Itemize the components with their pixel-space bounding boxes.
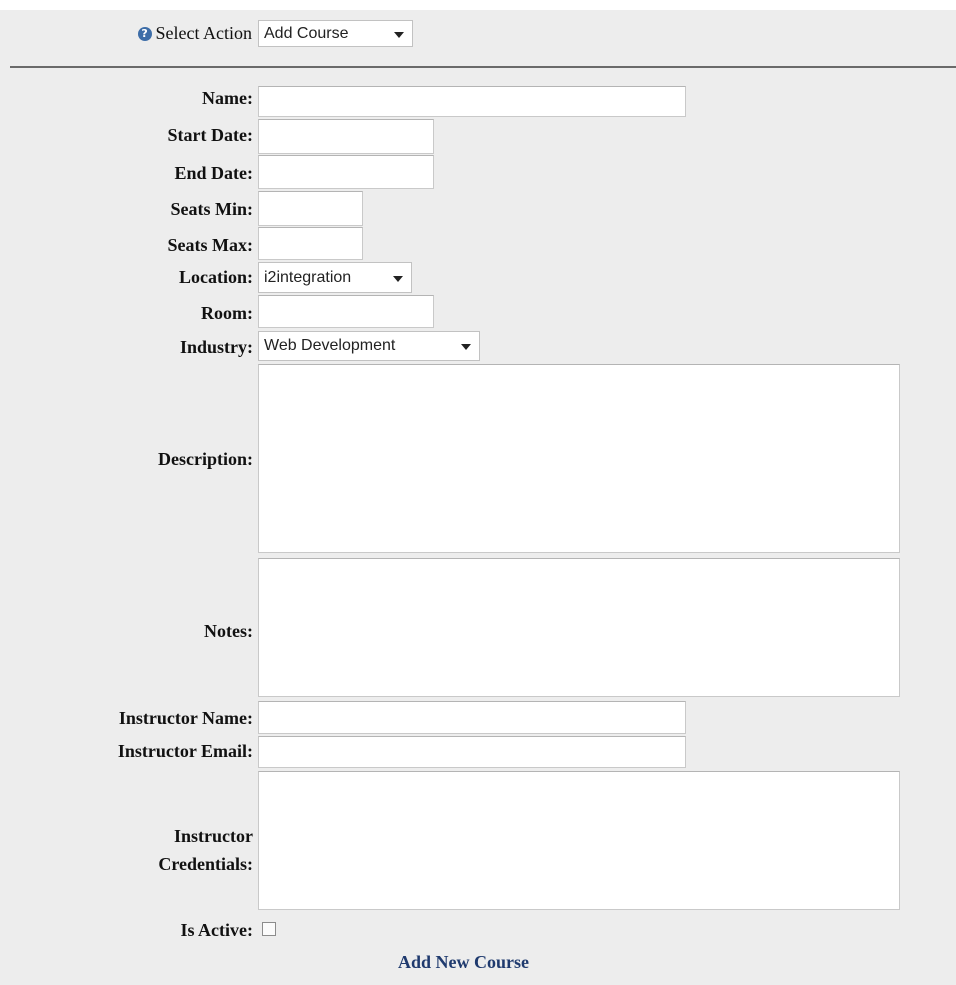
- name-label: Name:: [202, 88, 253, 108]
- instructor-email-field[interactable]: [258, 736, 686, 768]
- seats-max-field[interactable]: [258, 227, 363, 260]
- location-label: Location:: [179, 267, 253, 287]
- is-active-label: Is Active:: [180, 920, 253, 940]
- seats-min-field[interactable]: [258, 191, 363, 226]
- room-label: Room:: [201, 303, 253, 323]
- action-bar: ? Select Action Add Course: [0, 16, 956, 50]
- select-action-label: ? Select Action: [0, 23, 252, 44]
- top-edge-strip: [0, 0, 956, 10]
- industry-value: Web Development: [264, 337, 396, 354]
- start-date-field[interactable]: [258, 119, 434, 154]
- chevron-down-icon: [393, 275, 403, 282]
- is-active-checkbox[interactable]: [262, 922, 276, 936]
- notes-label: Notes:: [204, 621, 253, 641]
- end-date-field[interactable]: [258, 155, 434, 189]
- select-action-text: Select Action: [155, 23, 252, 43]
- seats-min-label: Seats Min:: [170, 199, 254, 219]
- end-date-label: End Date:: [174, 163, 253, 183]
- industry-dropdown[interactable]: Web Development: [258, 331, 480, 361]
- instructor-name-label: Instructor Name:: [118, 708, 253, 728]
- start-date-label: Start Date:: [167, 125, 253, 145]
- select-action-value: Add Course: [264, 25, 349, 42]
- seats-max-label: Seats Max:: [167, 235, 253, 255]
- location-dropdown[interactable]: i2integration: [258, 262, 412, 293]
- room-field[interactable]: [258, 295, 434, 328]
- question-circle-icon[interactable]: ?: [137, 27, 152, 41]
- instructor-credentials-label-line2: Credentials:: [158, 854, 253, 874]
- instructor-name-field[interactable]: [258, 701, 686, 734]
- chevron-down-icon: [461, 344, 471, 350]
- description-label: Description:: [158, 449, 253, 469]
- add-new-course-button[interactable]: Add New Course: [398, 952, 529, 973]
- description-textarea[interactable]: [258, 364, 900, 553]
- select-action-dropdown[interactable]: Add Course: [258, 20, 413, 47]
- industry-label: Industry:: [179, 337, 253, 357]
- instructor-email-label: Instructor Email:: [117, 741, 253, 761]
- location-value: i2integration: [264, 269, 352, 286]
- chevron-down-icon: [394, 31, 404, 38]
- instructor-credentials-label-line1: Instructor: [174, 826, 253, 846]
- name-field[interactable]: [258, 86, 686, 117]
- notes-textarea[interactable]: [258, 558, 900, 697]
- divider: [10, 66, 956, 68]
- instructor-credentials-textarea[interactable]: [258, 771, 900, 910]
